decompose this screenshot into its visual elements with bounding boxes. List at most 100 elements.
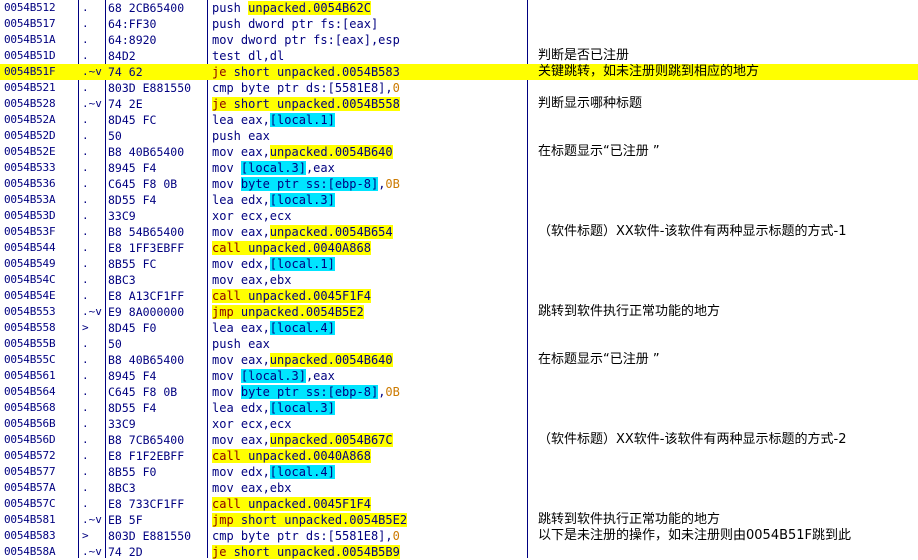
instruction-row[interactable]: 0054B51A. 64:8920 mov dword ptr fs:[eax],e… [0, 32, 918, 48]
instruction-row[interactable]: 0054B564. C645 F8 0B mov byte ptr ss:[ebp-… [0, 384, 918, 400]
instruction-row[interactable]: 0054B52A. 8D45 FC lea eax,[local.1] [0, 112, 918, 128]
instruction-row[interactable]: 0054B572. E8 F1F2EBFF call unpacked.0040A8… [0, 448, 918, 464]
instruction-row[interactable]: 0054B56D. B8 7CB65400 mov eax,unpacked.005… [0, 432, 918, 448]
disassembly-cell[interactable]: lea edx,[local.3] [212, 192, 524, 208]
comment-cell[interactable] [538, 400, 918, 416]
hex-bytes-cell[interactable]: C645 F8 0B [108, 384, 204, 400]
address-cell[interactable]: 0054B53D [4, 208, 76, 224]
address-cell[interactable]: 0054B52E [4, 144, 76, 160]
comment-cell[interactable]: 判断显示哪种标题 [538, 96, 918, 112]
comment-cell[interactable] [538, 112, 918, 128]
comment-cell[interactable] [538, 0, 918, 16]
instruction-row[interactable]: 0054B52E. B8 40B65400 mov eax,unpacked.005… [0, 144, 918, 160]
instruction-row[interactable]: 0054B517. 64:FF30 push dword ptr fs:[eax] [0, 16, 918, 32]
disassembly-cell[interactable]: mov eax,ebx [212, 480, 524, 496]
disassembly-cell[interactable]: lea eax,[local.1] [212, 112, 524, 128]
comment-cell[interactable] [538, 176, 918, 192]
disassembly-cell[interactable]: jmp short unpacked.0054B5E2 [212, 512, 524, 528]
instruction-row[interactable]: 0054B55C. B8 40B65400 mov eax,unpacked.005… [0, 352, 918, 368]
disassembly-cell[interactable]: call unpacked.0045F1F4 [212, 288, 524, 304]
hex-bytes-cell[interactable]: B8 54B65400 [108, 224, 204, 240]
address-cell[interactable]: 0054B549 [4, 256, 76, 272]
disassembly-cell[interactable]: mov edx,[local.1] [212, 256, 524, 272]
disassembly-cell[interactable]: mov eax,unpacked.0054B654 [212, 224, 524, 240]
hex-bytes-cell[interactable]: 8B55 FC [108, 256, 204, 272]
hex-bytes-cell[interactable]: E8 A13CF1FF [108, 288, 204, 304]
instruction-row[interactable]: 0054B553 .~v E9 8A000000 jmp unpacked.0054B… [0, 304, 918, 320]
address-cell[interactable]: 0054B521 [4, 80, 76, 96]
disassembly-cell[interactable]: lea edx,[local.3] [212, 400, 524, 416]
hex-bytes-cell[interactable]: E8 F1F2EBFF [108, 448, 204, 464]
hex-bytes-cell[interactable]: 8D55 F4 [108, 400, 204, 416]
address-cell[interactable]: 0054B544 [4, 240, 76, 256]
instruction-row[interactable]: 0054B583 >803D E881550 cmp byte ptr ds:[55… [0, 528, 918, 544]
hex-bytes-cell[interactable]: 64:FF30 [108, 16, 204, 32]
disassembly-cell[interactable]: call unpacked.0040A868 [212, 240, 524, 256]
comment-cell[interactable]: （软件标题）XX软件-该软件有两种显示标题的方式-1 [538, 224, 918, 240]
hex-bytes-cell[interactable]: 8D45 F0 [108, 320, 204, 336]
disassembly-cell[interactable]: cmp byte ptr ds:[5581E8],0 [212, 528, 524, 544]
hex-bytes-cell[interactable]: 33C9 [108, 416, 204, 432]
disassembly-cell[interactable]: mov byte ptr ss:[ebp-8],0B [212, 176, 524, 192]
comment-cell[interactable] [538, 256, 918, 272]
instruction-row[interactable]: 0054B536. C645 F8 0B mov byte ptr ss:[ebp-… [0, 176, 918, 192]
address-cell[interactable]: 0054B581 [4, 512, 76, 528]
address-cell[interactable]: 0054B558 [4, 320, 76, 336]
hex-bytes-cell[interactable]: 50 [108, 336, 204, 352]
disassembly-cell[interactable]: push eax [212, 128, 524, 144]
address-cell[interactable]: 0054B533 [4, 160, 76, 176]
comment-cell[interactable] [538, 320, 918, 336]
comment-cell[interactable] [538, 272, 918, 288]
comment-cell[interactable] [538, 496, 918, 512]
disassembly-cell[interactable]: mov [local.3],eax [212, 160, 524, 176]
instruction-row[interactable]: 0054B56B. 33C9 xor ecx,ecx [0, 416, 918, 432]
disassembly-cell[interactable]: mov eax,unpacked.0054B67C [212, 432, 524, 448]
instruction-row[interactable]: 0054B568. 8D55 F4 lea edx,[local.3] [0, 400, 918, 416]
address-cell[interactable]: 0054B54C [4, 272, 76, 288]
address-cell[interactable]: 0054B564 [4, 384, 76, 400]
hex-bytes-cell[interactable]: 803D E881550 [108, 528, 204, 544]
comment-cell[interactable] [538, 288, 918, 304]
instruction-row[interactable]: 0054B521. 803D E881550 cmp byte ptr ds:[55… [0, 80, 918, 96]
address-cell[interactable]: 0054B572 [4, 448, 76, 464]
hex-bytes-cell[interactable]: 8B55 F0 [108, 464, 204, 480]
instruction-row[interactable]: 0054B57A. 8BC3 mov eax,ebx [0, 480, 918, 496]
comment-cell[interactable] [538, 160, 918, 176]
comment-cell[interactable] [538, 16, 918, 32]
instruction-row[interactable]: 0054B52D. 50 push eax [0, 128, 918, 144]
hex-bytes-cell[interactable]: 68 2CB65400 [108, 0, 204, 16]
disassembly-cell[interactable]: call unpacked.0045F1F4 [212, 496, 524, 512]
instruction-row[interactable]: 0054B549. 8B55 FC mov edx,[local.1] [0, 256, 918, 272]
address-cell[interactable]: 0054B51F [4, 64, 76, 80]
address-cell[interactable]: 0054B553 [4, 304, 76, 320]
address-cell[interactable]: 0054B56D [4, 432, 76, 448]
instruction-row[interactable]: 0054B57C. E8 733CF1FF call unpacked.0045F1… [0, 496, 918, 512]
hex-bytes-cell[interactable]: 50 [108, 128, 204, 144]
disassembly-cell[interactable]: push unpacked.0054B62C [212, 0, 524, 16]
address-cell[interactable]: 0054B54E [4, 288, 76, 304]
instruction-row[interactable]: 0054B544. E8 1FF3EBFF call unpacked.0040A8… [0, 240, 918, 256]
address-cell[interactable]: 0054B57C [4, 496, 76, 512]
instruction-row[interactable]: 0054B533. 8945 F4 mov [local.3],eax [0, 160, 918, 176]
disassembly-cell[interactable]: mov byte ptr ss:[ebp-8],0B [212, 384, 524, 400]
hex-bytes-cell[interactable]: E8 733CF1FF [108, 496, 204, 512]
hex-bytes-cell[interactable]: B8 40B65400 [108, 144, 204, 160]
address-cell[interactable]: 0054B52D [4, 128, 76, 144]
disassembly-cell[interactable]: push eax [212, 336, 524, 352]
hex-bytes-cell[interactable]: C645 F8 0B [108, 176, 204, 192]
comment-cell[interactable]: 在标题显示“已注册 ” [538, 144, 918, 160]
disassembly-cell[interactable]: je short unpacked.0054B583 [212, 64, 524, 80]
instruction-row[interactable]: 0054B53D. 33C9 xor ecx,ecx [0, 208, 918, 224]
instruction-row[interactable]: 0054B581 .~v EB 5F jmp short unpacked.0054B… [0, 512, 918, 528]
comment-cell[interactable] [538, 448, 918, 464]
disassembly-cell[interactable]: mov eax,unpacked.0054B640 [212, 352, 524, 368]
address-cell[interactable]: 0054B517 [4, 16, 76, 32]
address-cell[interactable]: 0054B53F [4, 224, 76, 240]
instruction-row[interactable]: 0054B54E. E8 A13CF1FF call unpacked.0045F1… [0, 288, 918, 304]
instruction-row[interactable]: 0054B512. 68 2CB65400 push unpacked.0054B6… [0, 0, 918, 16]
instruction-row[interactable]: 0054B51D. 84D2 test dl,dl 判断是否已注册 [0, 48, 918, 64]
comment-cell[interactable] [538, 32, 918, 48]
address-cell[interactable]: 0054B53A [4, 192, 76, 208]
comment-cell[interactable]: 判断是否已注册 [538, 48, 918, 64]
hex-bytes-cell[interactable]: E8 1FF3EBFF [108, 240, 204, 256]
